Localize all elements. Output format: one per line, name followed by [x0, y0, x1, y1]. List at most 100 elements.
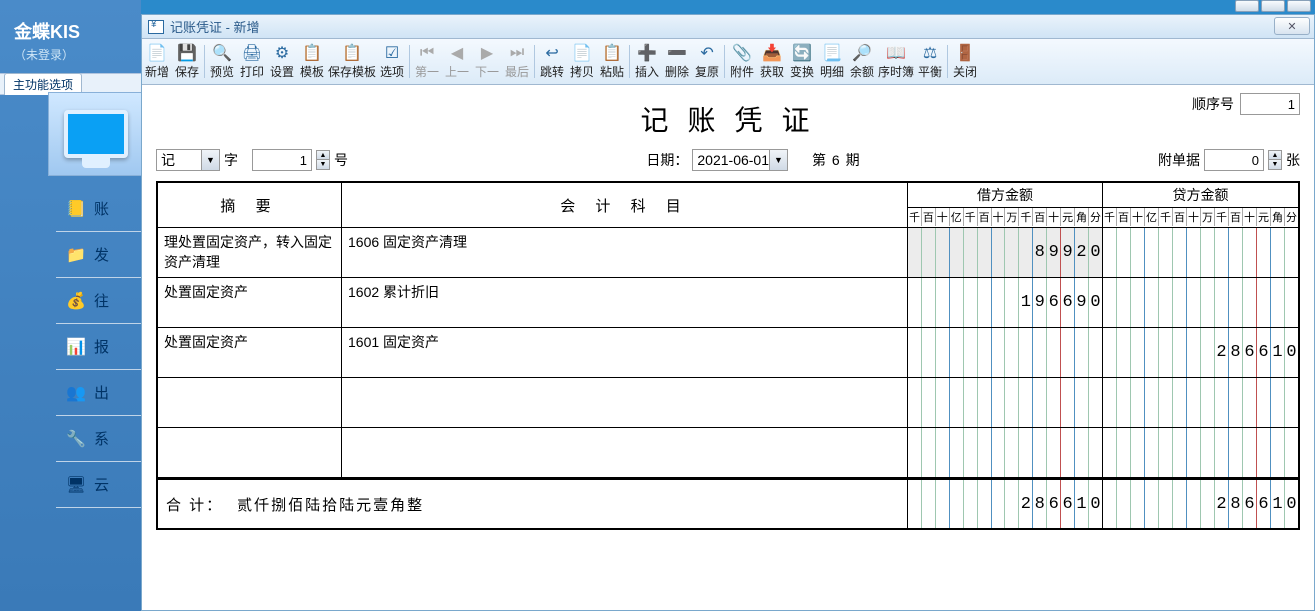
amount-digit[interactable] [1145, 480, 1159, 528]
amount-digit[interactable] [964, 278, 978, 327]
amount-digit[interactable] [1131, 328, 1145, 377]
amount-digit[interactable] [1089, 428, 1102, 477]
account-cell[interactable] [342, 428, 908, 477]
amount-digit[interactable] [950, 278, 964, 327]
amount-digit[interactable] [1243, 278, 1257, 327]
amount-digit[interactable] [1187, 278, 1201, 327]
amount-digit[interactable]: 9 [1047, 228, 1061, 277]
amount-digit[interactable] [922, 278, 936, 327]
amount-digit[interactable]: 1 [1271, 480, 1285, 528]
voucher-row[interactable] [158, 378, 1298, 428]
account-cell[interactable]: 1606 固定资产清理 [342, 228, 908, 277]
amount-digit[interactable]: 6 [1061, 278, 1075, 327]
amount-digit[interactable] [1257, 278, 1271, 327]
voucher-row[interactable]: 理处置固定资产，转入固定资产清理1606 固定资产清理89920 [158, 228, 1298, 278]
amount-digit[interactable] [936, 278, 950, 327]
toolbar-拷贝-button[interactable]: 📄拷贝 [567, 41, 597, 82]
toolbar-设置-button[interactable]: ⚙设置 [267, 41, 297, 82]
credit-cell[interactable] [1103, 278, 1298, 327]
sidebar-item[interactable]: 📊报 [56, 324, 141, 370]
toolbar-关闭-button[interactable]: 🚪关闭 [950, 41, 980, 82]
amount-digit[interactable]: 6 [1243, 328, 1257, 377]
sidebar-item[interactable]: 📒账 [56, 186, 141, 232]
amount-digit[interactable] [936, 428, 950, 477]
amount-digit[interactable] [1187, 480, 1201, 528]
amount-digit[interactable] [1159, 328, 1173, 377]
amount-digit[interactable] [1103, 428, 1117, 477]
amount-digit[interactable] [922, 480, 936, 528]
amount-digit[interactable] [1285, 378, 1298, 427]
amount-digit[interactable] [1173, 328, 1187, 377]
amount-digit[interactable] [1271, 278, 1285, 327]
amount-digit[interactable] [1201, 328, 1215, 377]
amount-digit[interactable] [964, 228, 978, 277]
amount-digit[interactable] [1271, 428, 1285, 477]
amount-digit[interactable]: 6 [1061, 480, 1075, 528]
amount-digit[interactable]: 0 [1285, 480, 1298, 528]
amount-digit[interactable] [1089, 328, 1102, 377]
amount-digit[interactable] [1201, 428, 1215, 477]
amount-digit[interactable] [1257, 228, 1271, 277]
number-spinner[interactable]: ▲▼ [316, 150, 330, 170]
sidebar-item[interactable]: 🔧系 [56, 416, 141, 462]
credit-cell[interactable] [1103, 228, 1298, 277]
sequence-input[interactable] [1245, 97, 1295, 112]
summary-cell[interactable]: 理处置固定资产，转入固定资产清理 [158, 228, 342, 277]
amount-digit[interactable] [1075, 328, 1089, 377]
amount-digit[interactable] [1047, 328, 1061, 377]
amount-digit[interactable] [908, 278, 922, 327]
amount-digit[interactable] [992, 228, 1006, 277]
amount-digit[interactable]: 6 [1047, 278, 1061, 327]
voucher-row[interactable]: 处置固定资产1602 累计折旧196690 [158, 278, 1298, 328]
amount-digit[interactable]: 8 [1229, 480, 1243, 528]
account-cell[interactable]: 1601 固定资产 [342, 328, 908, 377]
amount-digit[interactable] [1201, 480, 1215, 528]
amount-digit[interactable] [964, 378, 978, 427]
summary-cell[interactable] [158, 378, 342, 427]
amount-digit[interactable] [1159, 378, 1173, 427]
amount-digit[interactable] [1033, 328, 1047, 377]
toolbar-跳转-button[interactable]: ↩跳转 [537, 41, 567, 82]
amount-digit[interactable] [1257, 378, 1271, 427]
sidebar-item[interactable]: 💰往 [56, 278, 141, 324]
amount-digit[interactable]: 8 [1033, 228, 1047, 277]
amount-digit[interactable] [1033, 428, 1047, 477]
toolbar-序时簿-button[interactable]: 📖序时簿 [877, 41, 915, 82]
amount-digit[interactable] [936, 228, 950, 277]
amount-digit[interactable]: 0 [1285, 328, 1298, 377]
amount-digit[interactable] [1215, 378, 1229, 427]
amount-digit[interactable] [1005, 328, 1019, 377]
amount-digit[interactable] [1145, 278, 1159, 327]
amount-digit[interactable]: 6 [1257, 480, 1271, 528]
amount-digit[interactable]: 6 [1243, 480, 1257, 528]
amount-digit[interactable]: 2 [1215, 328, 1229, 377]
amount-digit[interactable]: 0 [1089, 480, 1102, 528]
outer-min-button[interactable] [1235, 0, 1259, 12]
amount-digit[interactable] [1033, 378, 1047, 427]
summary-cell[interactable]: 处置固定资产 [158, 278, 342, 327]
toolbar-预览-button[interactable]: 🔍预览 [207, 41, 237, 82]
window-close-button[interactable]: ✕ [1274, 17, 1310, 35]
amount-digit[interactable]: 9 [1075, 278, 1089, 327]
toolbar-保存-button[interactable]: 💾保存 [172, 41, 202, 82]
amount-digit[interactable] [1257, 428, 1271, 477]
amount-digit[interactable] [1005, 278, 1019, 327]
amount-digit[interactable] [936, 328, 950, 377]
amount-digit[interactable] [922, 428, 936, 477]
amount-digit[interactable]: 0 [1089, 278, 1102, 327]
amount-digit[interactable]: 2 [1019, 480, 1033, 528]
amount-digit[interactable] [978, 328, 992, 377]
credit-cell[interactable]: 286610 [1103, 328, 1298, 377]
amount-digit[interactable] [1201, 278, 1215, 327]
amount-digit[interactable] [1005, 228, 1019, 277]
toolbar-余额-button[interactable]: 🔎余额 [847, 41, 877, 82]
amount-digit[interactable] [1005, 378, 1019, 427]
amount-digit[interactable] [936, 378, 950, 427]
amount-digit[interactable]: 9 [1033, 278, 1047, 327]
amount-digit[interactable] [1019, 428, 1033, 477]
amount-digit[interactable] [1243, 378, 1257, 427]
amount-digit[interactable] [978, 428, 992, 477]
toolbar-插入-button[interactable]: ➕插入 [632, 41, 662, 82]
amount-digit[interactable] [1117, 228, 1131, 277]
amount-digit[interactable] [908, 328, 922, 377]
